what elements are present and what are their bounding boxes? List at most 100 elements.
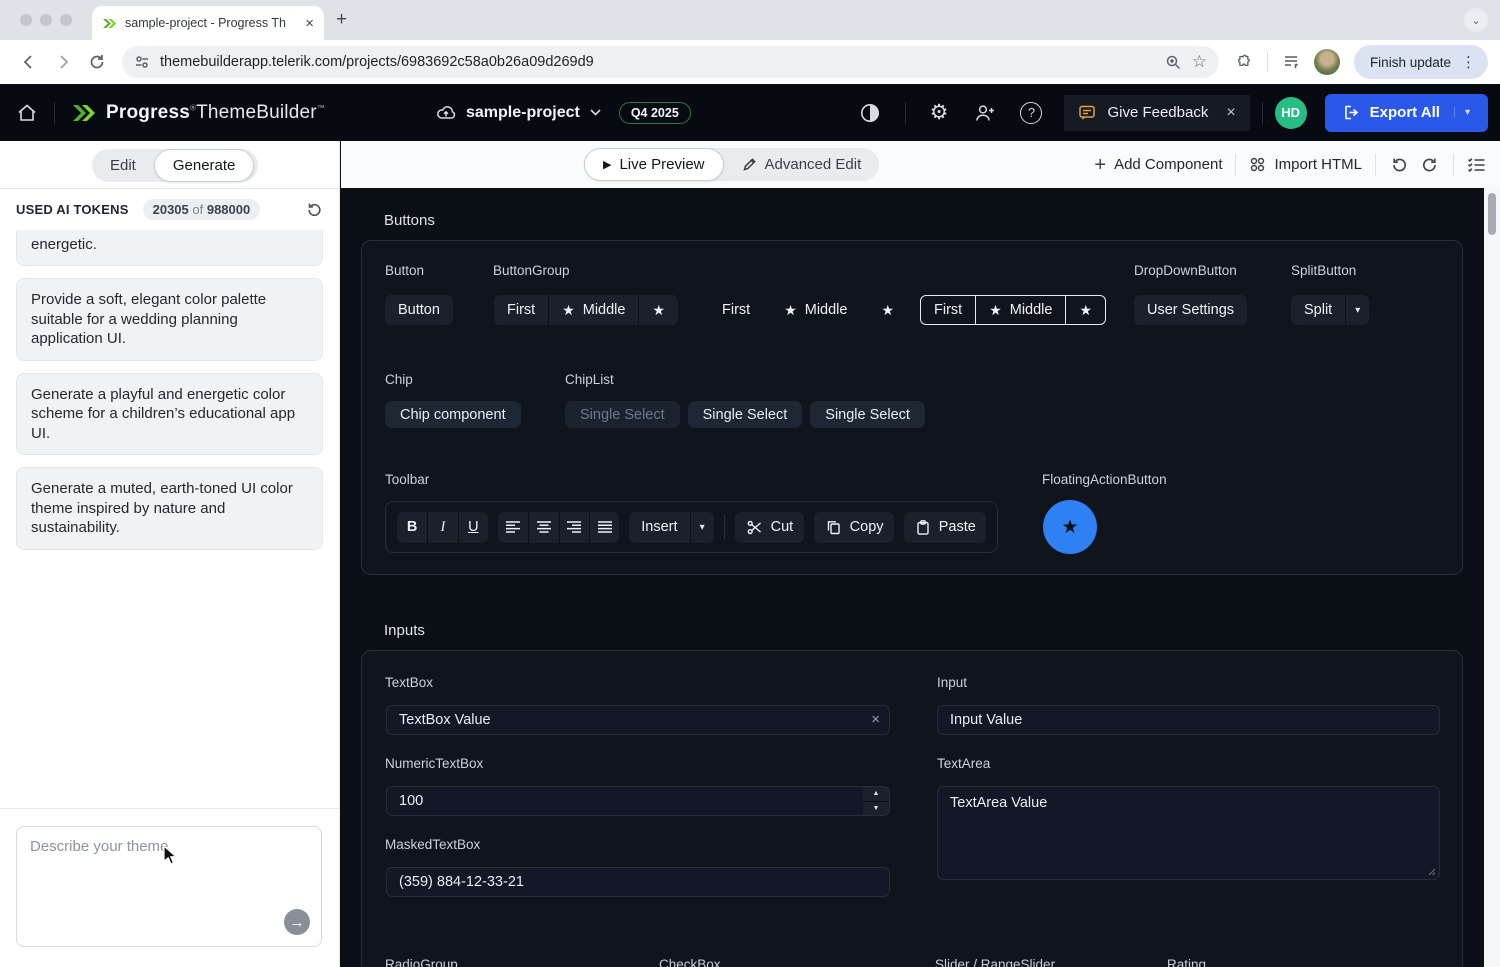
prompt-card[interactable]: Generate a theme that feels modern and e… [16, 230, 323, 266]
brand-text: Progress®ThemeBuilder™ [106, 102, 325, 124]
paste-button[interactable]: Paste [903, 511, 987, 543]
import-html-button[interactable]: Import HTML [1249, 156, 1362, 173]
browser-tab[interactable]: sample-project - Progress Th × [92, 6, 324, 40]
input-field[interactable] [937, 705, 1440, 735]
browser-profile-avatar[interactable] [1313, 49, 1340, 75]
floating-action-button[interactable]: ★ [1043, 500, 1097, 554]
chip-item[interactable]: Single Select [687, 401, 803, 428]
invite-user-button[interactable] [974, 103, 996, 123]
site-settings-icon[interactable] [134, 54, 150, 70]
tokens-count: 20305 of 988000 [142, 199, 261, 220]
split-button-main[interactable]: Split [1291, 295, 1346, 325]
bookmark-star-icon[interactable]: ☆ [1192, 52, 1207, 72]
url-text[interactable]: themebuilderapp.telerik.com/projects/698… [160, 54, 1155, 70]
user-avatar[interactable]: HD [1274, 96, 1307, 129]
tab-close-icon[interactable]: × [305, 16, 314, 31]
numeric-wrap: ▲ ▼ [386, 786, 890, 816]
chip-component[interactable]: Chip component [385, 401, 521, 428]
align-center-button[interactable] [528, 511, 559, 543]
spinner-up-button[interactable]: ▲ [863, 787, 889, 801]
group-button-star[interactable]: ★ [867, 295, 908, 325]
bold-button[interactable]: B [397, 511, 428, 543]
export-caret-icon[interactable]: ▾ [1453, 107, 1480, 118]
numeric-field[interactable] [386, 786, 890, 816]
reset-history-button[interactable] [305, 201, 323, 219]
zoom-icon[interactable] [1165, 54, 1182, 71]
extensions-icon[interactable] [1235, 53, 1253, 71]
forward-button[interactable] [46, 45, 80, 79]
group-button-first[interactable]: First [708, 295, 764, 325]
tab-title: sample-project - Progress Th [125, 16, 286, 30]
tab-generate[interactable]: Generate [153, 149, 255, 182]
prompt-card[interactable]: Generate a muted, earth-toned UI color t… [16, 467, 323, 550]
textarea-field[interactable]: TextArea Value [937, 786, 1440, 880]
tab-live-preview[interactable]: ▶ Live Preview [584, 148, 724, 181]
export-all-button[interactable]: Export All ▾ [1324, 93, 1488, 132]
undo-button[interactable] [1389, 156, 1408, 174]
group-button-first[interactable]: First [494, 295, 549, 325]
group-button-middle[interactable]: ★ Middle [548, 295, 639, 325]
url-bar[interactable]: themebuilderapp.telerik.com/projects/698… [122, 46, 1219, 78]
cut-button[interactable]: Cut [734, 511, 804, 543]
align-left-button[interactable] [497, 511, 529, 543]
group-button-first[interactable]: First [921, 296, 975, 324]
reload-button[interactable] [80, 45, 114, 79]
close-window-button[interactable] [20, 14, 32, 26]
clear-icon[interactable]: × [871, 711, 880, 728]
preview-button[interactable]: Button [385, 295, 453, 325]
align-justify-button[interactable] [588, 511, 620, 543]
finish-update-button[interactable]: Finish update ⋮ [1353, 45, 1488, 79]
back-button[interactable] [12, 45, 46, 79]
insert-button[interactable]: Insert [629, 511, 690, 543]
tab-advanced-edit[interactable]: Advanced Edit [724, 148, 880, 181]
feedback-close-icon[interactable]: × [1226, 104, 1235, 122]
split-button-arrow[interactable]: ▾ [1345, 295, 1370, 325]
minimize-window-button[interactable] [40, 14, 52, 26]
numeric-spinner: ▲ ▼ [863, 787, 889, 815]
brand-name: Progress [106, 101, 190, 123]
settings-gear-button[interactable]: ⚙ [930, 100, 949, 125]
italic-button[interactable]: I [427, 511, 458, 543]
prompt-card[interactable]: Provide a soft, elegant color palette su… [16, 278, 323, 361]
project-selector[interactable]: sample-project Q4 2025 [436, 101, 691, 124]
component-list-button[interactable] [1467, 156, 1486, 173]
new-tab-button[interactable]: + [336, 9, 347, 31]
add-component-button[interactable]: + Add Component [1094, 155, 1222, 175]
insert-caret-button[interactable]: ▾ [689, 511, 714, 543]
tab-edit[interactable]: Edit [92, 149, 154, 182]
paste-wrap: Paste [903, 511, 987, 543]
copy-button[interactable]: Copy [813, 511, 894, 543]
textbox-field[interactable] [386, 705, 890, 735]
rating-label: Rating [1167, 957, 1207, 967]
toolbar-label: Toolbar [385, 472, 430, 487]
give-feedback-banner[interactable]: Give Feedback × [1064, 94, 1250, 131]
masked-field[interactable] [386, 867, 890, 897]
help-button[interactable]: ? [1020, 101, 1043, 124]
redo-button[interactable] [1421, 156, 1440, 174]
reading-list-icon[interactable] [1282, 53, 1300, 71]
window-controls[interactable] [20, 14, 72, 26]
spinner-down-button[interactable]: ▼ [863, 800, 889, 816]
align-right-button[interactable] [558, 511, 589, 543]
chip-item[interactable]: Single Select [565, 401, 680, 428]
home-button[interactable] [16, 102, 38, 124]
chip-item[interactable]: Single Select [810, 401, 925, 428]
group-button-star[interactable]: ★ [1065, 296, 1105, 324]
group-button-star[interactable]: ★ [638, 295, 679, 325]
ai-sidebar: Edit Generate USED AI TOKENS 20305 of 98… [0, 141, 340, 967]
feedback-label: Give Feedback [1107, 104, 1209, 121]
chrome-menu-icon[interactable]: ⋮ [1461, 53, 1476, 71]
prompt-card[interactable]: Generate a playful and energetic color s… [16, 372, 323, 455]
scrollbar-thumb[interactable] [1488, 193, 1496, 235]
underline-button[interactable]: U [457, 511, 488, 543]
theme-contrast-toggle[interactable] [859, 102, 881, 124]
star-icon: ★ [784, 301, 797, 318]
canvas-scrollbar[interactable] [1484, 188, 1500, 967]
dropdown-button[interactable]: User Settings [1134, 295, 1248, 325]
group-button-middle[interactable]: ★ Middle [975, 296, 1065, 324]
describe-theme-input[interactable] [17, 827, 321, 946]
tab-search-button[interactable]: ⌄ [1464, 8, 1488, 32]
zoom-window-button[interactable] [60, 14, 72, 26]
group-button-middle[interactable]: ★ Middle [770, 295, 861, 325]
send-prompt-button[interactable]: → [284, 909, 310, 935]
